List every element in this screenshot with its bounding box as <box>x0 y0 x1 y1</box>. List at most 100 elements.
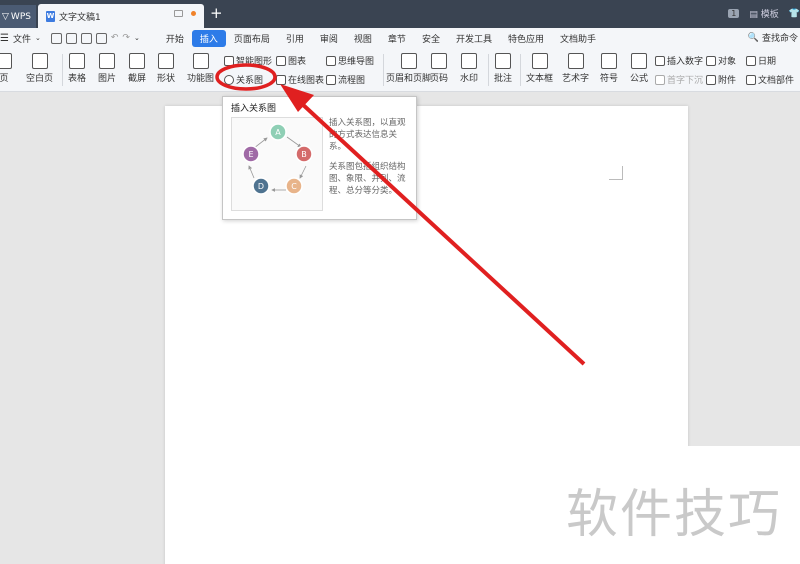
new-tab-button[interactable]: + <box>210 4 223 22</box>
window-count-badge[interactable]: 1 <box>728 9 740 18</box>
chart-label: 图表 <box>288 57 307 67</box>
relation-chart-button[interactable]: 关系图 <box>224 73 263 86</box>
menu-tab-10[interactable]: 文档助手 <box>552 30 604 47</box>
blank-page-icon <box>31 53 48 69</box>
wps-home-tab[interactable]: ▽ WPS <box>0 5 36 28</box>
document-tab[interactable]: W 文字文稿1 <box>38 4 204 28</box>
menu-tab-7[interactable]: 安全 <box>414 30 448 47</box>
wps-tab-label: WPS <box>10 11 31 22</box>
template-button[interactable]: ▤ 模板 <box>749 7 778 20</box>
picture-icon <box>99 53 115 69</box>
page-number-button[interactable]: 页码 <box>430 53 448 84</box>
doc-parts-icon <box>746 74 756 85</box>
chart-icon <box>276 55 286 66</box>
skin-icon[interactable]: 👕 <box>789 9 800 19</box>
blank-page-button[interactable]: 空白页 <box>26 53 53 84</box>
menu-tab-9[interactable]: 特色应用 <box>500 30 552 47</box>
online-chart-button[interactable]: 在线图表 <box>276 73 324 86</box>
margin-corner-marker <box>609 166 623 180</box>
insert-number-button[interactable]: 插入数字 <box>655 54 703 67</box>
formula-button[interactable]: 公式 <box>630 53 648 84</box>
chart-button[interactable]: 图表 <box>276 54 306 67</box>
save-icon[interactable] <box>50 32 62 44</box>
document-tab-label: 文字文稿1 <box>59 12 101 23</box>
art-text-button[interactable]: 艺术字 <box>562 53 589 84</box>
symbol-button[interactable]: 符号 <box>600 53 618 84</box>
shape-label: 形状 <box>157 74 176 84</box>
watermark-text: 软件技巧 <box>566 485 783 545</box>
unsaved-dot-icon <box>191 11 196 16</box>
textbox-icon <box>531 53 548 69</box>
function-chart-button[interactable]: 功能图 <box>187 53 214 84</box>
menu-tab-0[interactable]: 开始 <box>158 30 192 47</box>
watermark-button[interactable]: 水印 <box>460 53 478 84</box>
picture-label: 图片 <box>98 74 117 84</box>
undo-icon[interactable]: ↶ <box>111 33 119 43</box>
screenshot-button[interactable]: 截屏 <box>128 53 146 84</box>
table-button[interactable]: 表格 <box>68 53 86 84</box>
smart-shape-label: 智能图形 <box>236 57 273 67</box>
mind-map-icon <box>326 55 336 66</box>
drop-cap-button[interactable]: 首字下沉 <box>655 73 703 86</box>
object-button[interactable]: 对象 <box>706 54 736 67</box>
print-icon[interactable] <box>80 32 92 44</box>
screen-icon[interactable] <box>174 10 183 17</box>
date-button[interactable]: 日期 <box>746 54 776 67</box>
doc-parts-label: 文档部件 <box>758 76 795 86</box>
header-footer-label: 页眉和页脚 <box>386 74 432 84</box>
drop-cap-icon <box>655 74 665 85</box>
wps-logo-icon: ▽ <box>2 11 9 22</box>
online-chart-label: 在线图表 <box>288 76 325 86</box>
file-menu[interactable]: 文件 <box>13 32 31 45</box>
online-chart-icon <box>276 74 286 85</box>
cycle-node-label: D <box>258 182 264 191</box>
function-chart-label: 功能图 <box>187 74 215 84</box>
picture-button[interactable]: 图片 <box>98 53 116 84</box>
table-label: 表格 <box>68 74 87 84</box>
command-search[interactable]: 🔍 查找命令 <box>748 31 798 45</box>
attachment-button[interactable]: 附件 <box>706 73 736 86</box>
comment-button[interactable]: 批注 <box>494 53 512 84</box>
customize-chevron-icon[interactable]: ⌄ <box>134 34 140 42</box>
page-button[interactable]: 页 <box>0 53 12 84</box>
header-footer-button[interactable]: 页眉和页脚 <box>386 53 431 84</box>
hamburger-icon[interactable]: ☰ <box>0 33 9 44</box>
menu-tab-4[interactable]: 审阅 <box>312 30 346 47</box>
tooltip-description: 插入关系图，以直观的方式表达信息关系。 关系图包括组织结构图、象限、并列、流程、… <box>329 117 413 205</box>
menu-tab-8[interactable]: 开发工具 <box>448 30 500 47</box>
cycle-node-label: C <box>291 182 297 191</box>
screenshot-label: 截屏 <box>128 74 147 84</box>
omega-symbol-icon <box>601 53 617 69</box>
menu-tab-1[interactable]: 插入 <box>191 29 226 47</box>
menu-tab-6[interactable]: 章节 <box>380 30 414 47</box>
tooltip-title: 插入关系图 <box>231 104 277 114</box>
redo-icon[interactable]: ↷ <box>122 33 130 43</box>
menu-bar: ☰ 文件 ⌄ ↶ ↷ ⌄ 开始 插入 页面布局 引用 审阅 视图 章节 安全 开发工具 特色应用文… <box>0 28 800 48</box>
textbox-label: 文本框 <box>526 74 554 84</box>
insert-number-label: 插入数字 <box>667 57 704 67</box>
object-icon <box>706 55 716 66</box>
print-preview-icon[interactable] <box>95 32 107 44</box>
cycle-arrow <box>299 165 307 179</box>
flowchart-button[interactable]: 流程图 <box>326 73 365 86</box>
cycle-node-label: B <box>301 150 307 159</box>
relation-diagram-preview: A B C D E <box>231 117 323 211</box>
menu-tab-3[interactable]: 引用 <box>278 30 312 47</box>
doc-parts-button[interactable]: 文档部件 <box>746 73 794 86</box>
cycle-arrow <box>286 136 302 148</box>
art-text-icon <box>567 53 584 69</box>
ribbon-separator <box>62 54 63 86</box>
formula-label: 公式 <box>630 74 649 84</box>
export-pdf-icon[interactable] <box>65 32 77 44</box>
menu-tab-2[interactable]: 页面布局 <box>226 30 278 47</box>
smart-shape-button[interactable]: 智能图形 <box>224 54 272 67</box>
chevron-down-icon[interactable]: ⌄ <box>35 34 41 42</box>
textbox-button[interactable]: 文本框 <box>526 53 553 84</box>
cycle-diagram: A B C D E <box>242 123 313 195</box>
symbol-label: 符号 <box>600 74 619 84</box>
shape-button[interactable]: 形状 <box>157 53 175 84</box>
calendar-icon <box>746 55 756 66</box>
watermark-icon <box>461 53 477 69</box>
mind-map-button[interactable]: 思维导图 <box>326 54 374 67</box>
menu-tab-5[interactable]: 视图 <box>346 30 380 47</box>
